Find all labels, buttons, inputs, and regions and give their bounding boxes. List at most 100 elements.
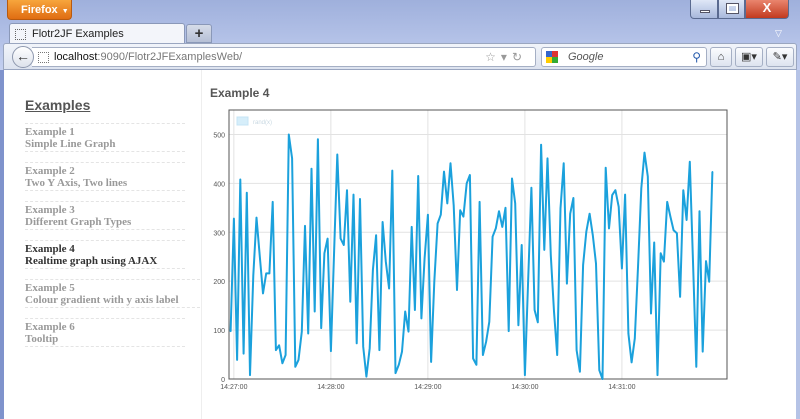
realtime-line-chart: 0 100 200 300 400 500 14:27:00 14:28:00 14:29:00… bbox=[213, 109, 728, 391]
data-point bbox=[695, 366, 697, 368]
item-label: Simple Line Graph bbox=[25, 138, 116, 150]
data-point bbox=[388, 287, 390, 290]
data-point bbox=[647, 175, 649, 178]
data-point bbox=[563, 162, 565, 164]
data-point bbox=[588, 213, 591, 215]
list-all-tabs-icon[interactable]: ▽ bbox=[775, 28, 782, 39]
data-point bbox=[398, 364, 400, 366]
minimize-button[interactable] bbox=[690, 0, 718, 19]
data-point bbox=[530, 187, 532, 189]
data-point bbox=[495, 227, 497, 229]
reload-icon[interactable]: ↻ bbox=[512, 50, 527, 64]
data-point bbox=[569, 213, 571, 215]
home-button[interactable]: ⌂ bbox=[710, 47, 732, 67]
item-number: Example 4 bbox=[25, 243, 75, 255]
data-point bbox=[634, 337, 636, 340]
data-point bbox=[491, 236, 494, 238]
sidebar-item-example-6[interactable]: Example 6 Tooltip bbox=[25, 318, 185, 347]
data-point bbox=[336, 153, 338, 156]
data-point bbox=[401, 351, 403, 353]
data-point bbox=[601, 378, 604, 380]
data-point bbox=[459, 209, 461, 211]
data-point bbox=[504, 207, 507, 209]
tab-flotr2jf-examples[interactable]: Flotr2JF Examples bbox=[9, 23, 185, 45]
data-point bbox=[527, 281, 529, 283]
data-point bbox=[233, 217, 235, 220]
data-point bbox=[708, 281, 710, 283]
firefox-menu-button[interactable]: Firefox ▼ bbox=[7, 0, 72, 20]
data-point bbox=[440, 214, 442, 216]
data-point bbox=[685, 219, 688, 221]
sidebar-item-example-2[interactable]: Example 2 Two Y Axis, Two lines bbox=[25, 162, 185, 191]
data-point bbox=[391, 170, 393, 172]
data-point bbox=[631, 361, 633, 363]
data-point bbox=[420, 317, 423, 319]
data-point bbox=[265, 272, 267, 274]
star-icon[interactable]: ☆ bbox=[485, 50, 501, 64]
y-tick-label: 200 bbox=[213, 279, 225, 286]
back-icon: ← bbox=[16, 48, 30, 64]
data-point bbox=[404, 310, 406, 313]
close-window-button[interactable]: X bbox=[745, 0, 789, 19]
page-content: Examples Example 1 Simple Line Graph Exam… bbox=[0, 70, 800, 419]
data-point bbox=[449, 162, 452, 164]
legend-label: rand(x) bbox=[253, 120, 272, 126]
back-button[interactable]: ← bbox=[12, 46, 34, 68]
data-point bbox=[650, 312, 652, 315]
tab-title: Flotr2JF Examples bbox=[32, 28, 124, 40]
google-icon bbox=[546, 51, 558, 63]
data-point bbox=[572, 197, 574, 199]
data-point bbox=[546, 157, 549, 160]
data-point bbox=[498, 210, 500, 212]
data-point bbox=[537, 321, 539, 323]
search-input[interactable]: Google ⚲ bbox=[541, 47, 707, 67]
data-point bbox=[611, 194, 613, 196]
search-icon[interactable]: ⚲ bbox=[692, 50, 701, 64]
new-tab-button[interactable]: + bbox=[186, 24, 212, 43]
data-point bbox=[514, 202, 516, 205]
y-tick-label: 0 bbox=[221, 377, 225, 384]
data-point bbox=[627, 332, 629, 335]
x-tick-label: 14:28:00 bbox=[317, 384, 344, 391]
data-point bbox=[524, 374, 526, 376]
data-point bbox=[488, 321, 490, 323]
data-point bbox=[372, 269, 374, 271]
url-bar[interactable]: localhost:9090/Flotr2JFExamplesWeb/ ☆▾↻ bbox=[32, 47, 536, 67]
data-point bbox=[310, 168, 313, 170]
minimize-icon bbox=[700, 10, 710, 13]
data-point bbox=[469, 174, 471, 176]
data-point bbox=[375, 234, 377, 236]
data-point bbox=[246, 192, 248, 194]
bookmarks-button[interactable]: ▣▾ bbox=[735, 47, 763, 67]
home-icon: ⌂ bbox=[717, 51, 725, 63]
firefox-label: Firefox bbox=[21, 4, 58, 16]
data-point bbox=[427, 214, 429, 216]
data-point bbox=[676, 232, 678, 234]
sidebar-item-example-3[interactable]: Example 3 Different Graph Types bbox=[25, 201, 185, 230]
addon-button[interactable]: ✎▾ bbox=[766, 47, 794, 67]
y-tick-label: 400 bbox=[213, 181, 225, 188]
data-point bbox=[624, 194, 626, 196]
x-tick-label: 14:29:00 bbox=[414, 384, 441, 391]
data-point bbox=[424, 257, 426, 259]
data-point bbox=[592, 234, 594, 236]
item-number: Example 5 bbox=[25, 282, 75, 294]
data-point bbox=[653, 241, 655, 244]
data-point bbox=[656, 374, 659, 376]
data-point bbox=[291, 157, 293, 160]
sidebar-item-example-1[interactable]: Example 1 Simple Line Graph bbox=[25, 123, 185, 152]
data-point bbox=[711, 171, 714, 173]
sidebar-item-example-4[interactable]: Example 4 Realtime graph using AJAX bbox=[25, 240, 185, 269]
data-point bbox=[352, 194, 355, 196]
page-icon bbox=[15, 29, 26, 40]
data-point bbox=[698, 210, 701, 212]
data-point bbox=[411, 226, 413, 228]
data-point bbox=[307, 332, 309, 335]
data-point bbox=[692, 261, 694, 263]
site-identity-icon bbox=[38, 52, 49, 63]
data-point bbox=[230, 330, 232, 333]
history-dropdown-icon[interactable]: ▾ bbox=[501, 50, 512, 64]
data-point bbox=[585, 231, 587, 233]
maximize-button[interactable] bbox=[718, 0, 745, 19]
sidebar-item-example-5[interactable]: Example 5 Colour gradient with y axis lab… bbox=[25, 279, 200, 308]
